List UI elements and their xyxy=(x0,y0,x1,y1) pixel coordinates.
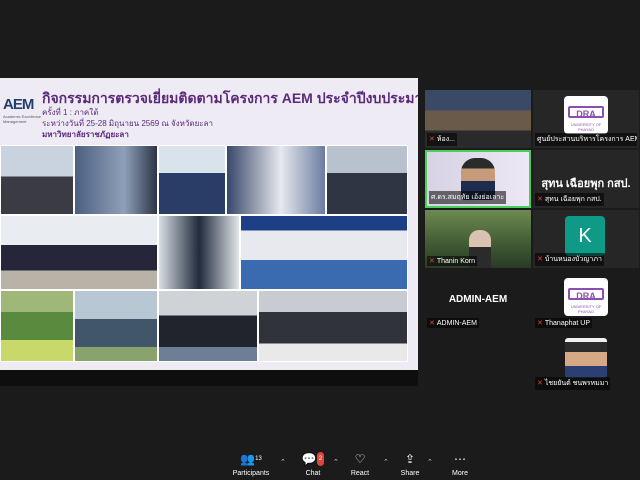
mic-muted-icon: ✕ xyxy=(537,380,543,387)
avatar: K xyxy=(565,216,605,256)
photo-garden xyxy=(0,290,74,362)
participant-tile-active-speaker[interactable]: ศ.ดร.สมฤทัย เอ้งย่อเลาะ xyxy=(425,150,531,208)
photo-official xyxy=(326,145,408,215)
chat-badge: 2 xyxy=(316,452,325,466)
photo-meeting-room xyxy=(158,145,226,215)
participants-count: 13 xyxy=(255,456,262,462)
more-icon: ⋯ xyxy=(454,452,466,466)
mic-muted-icon: ✕ xyxy=(429,136,435,143)
dra-logo: DRA UNIVERSITY OF PHAYAO xyxy=(564,96,608,134)
photo-speaker xyxy=(74,145,158,215)
mic-muted-icon: ✕ xyxy=(537,196,543,203)
participant-tile[interactable]: ADMIN-AEM ✕ ADMIN-AEM xyxy=(425,272,531,330)
photo-attendees xyxy=(258,290,408,362)
photo-podium xyxy=(226,145,326,215)
dra-logo: DRA UNIVERSITY OF PHAYAO xyxy=(564,278,608,316)
mic-muted-icon: ✕ xyxy=(429,258,435,265)
shared-screen: AEM Academic Excellence Management กิจกร… xyxy=(0,78,418,386)
more-button[interactable]: ⋯ More xyxy=(430,452,490,477)
participant-display-name: ADMIN-AEM xyxy=(448,294,508,305)
photo-panel xyxy=(0,215,158,290)
photo-discussion xyxy=(158,290,258,362)
participant-tile[interactable]: ✕ Thanin Korn xyxy=(425,210,531,268)
participant-tile[interactable]: DRA UNIVERSITY OF PHAYAO ✕ Thanaphat UP xyxy=(533,272,639,330)
slide-subtitle-university: มหาวิทยาลัยราชภัฏยะลา xyxy=(42,130,129,139)
mic-muted-icon: ✕ xyxy=(537,256,543,263)
participants-button[interactable]: 👥13 Participants xyxy=(221,452,281,477)
photo-visit xyxy=(74,290,158,362)
slide-title: กิจกรรมการตรวจเยี่ยมติดตามโครงการ AEM ปร… xyxy=(42,90,418,106)
participant-photo xyxy=(565,338,607,378)
participant-tile[interactable]: DRA UNIVERSITY OF PHAYAO ศูนย์ประสานบริห… xyxy=(533,90,639,148)
participants-icon: 👥 xyxy=(240,452,256,466)
aem-logo: AEM Academic Excellence Management xyxy=(3,96,42,124)
participant-tile[interactable]: K ✕ บ้านหนองบัวญาภา xyxy=(533,210,639,268)
photo-presenter xyxy=(158,215,240,290)
participant-tile[interactable]: ✕ ไชยยันต์ ชนพรหมมา xyxy=(533,334,639,392)
participant-tile[interactable]: ✕ ห้อง... xyxy=(425,90,531,148)
mic-muted-icon: ✕ xyxy=(537,320,543,327)
presentation-slide: AEM Academic Excellence Management กิจกร… xyxy=(0,78,418,370)
photo-stage xyxy=(240,215,408,290)
participant-tile[interactable]: สุทน เฉือยพุก กสป. ✕ สุทน เฉือยพุก กสป. xyxy=(533,150,639,208)
mic-muted-icon: ✕ xyxy=(429,320,435,327)
participant-display-name: สุทน เฉือยพุก กสป. xyxy=(541,178,631,190)
photo-group xyxy=(0,145,74,215)
chat-icon: 💬 xyxy=(301,452,317,466)
meeting-toolbar: 👥13 Participants ⌃ 💬 2 Chat ⌃ ♡ React ⌃ ⇪… xyxy=(0,448,640,480)
